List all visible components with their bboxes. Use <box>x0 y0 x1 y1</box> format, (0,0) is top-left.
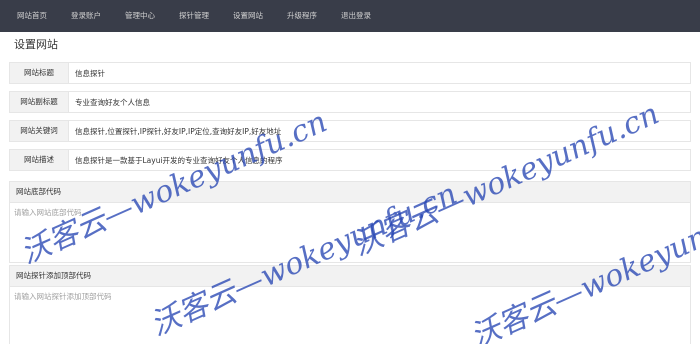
nav-login-account[interactable]: 登录账户 <box>59 0 113 32</box>
site-description-row: 网站描述 <box>9 149 691 171</box>
footer-code-label: 网站底部代码 <box>10 182 690 203</box>
site-description-label: 网站描述 <box>10 150 69 170</box>
site-keywords-label: 网站关键词 <box>10 121 69 141</box>
site-title-input[interactable] <box>69 63 690 83</box>
probe-top-code-label: 网站探针添加顶部代码 <box>10 266 690 287</box>
nav-site-settings[interactable]: 设置网站 <box>221 0 275 32</box>
site-subtitle-input[interactable] <box>69 92 690 112</box>
site-description-input[interactable] <box>69 150 690 170</box>
page-title: 设置网站 <box>14 38 58 51</box>
footer-code-block: 网站底部代码 <box>9 181 691 263</box>
nav-admin-center[interactable]: 管理中心 <box>113 0 167 32</box>
site-title-row: 网站标题 <box>9 62 691 84</box>
nav-logout[interactable]: 退出登录 <box>329 0 383 32</box>
nav-home[interactable]: 网站首页 <box>0 0 59 32</box>
footer-code-textarea[interactable] <box>10 203 690 262</box>
nav-probe-management[interactable]: 探针管理 <box>167 0 221 32</box>
probe-top-code-block: 网站探针添加顶部代码 <box>9 265 691 344</box>
nav-upgrade[interactable]: 升级程序 <box>275 0 329 32</box>
site-title-label: 网站标题 <box>10 63 69 83</box>
top-nav-bar: 网站首页 登录账户 管理中心 探针管理 设置网站 升级程序 退出登录 <box>0 0 700 32</box>
site-subtitle-row: 网站副标题 <box>9 91 691 113</box>
site-keywords-row: 网站关键词 <box>9 120 691 142</box>
probe-top-code-textarea[interactable] <box>10 287 690 344</box>
site-keywords-input[interactable] <box>69 121 690 141</box>
site-subtitle-label: 网站副标题 <box>10 92 69 112</box>
